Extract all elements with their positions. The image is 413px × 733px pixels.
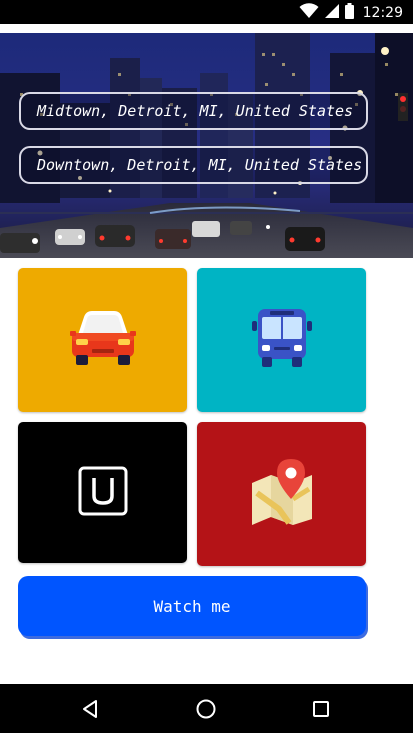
- signal-icon: [324, 3, 340, 23]
- bus-option-button[interactable]: [197, 268, 366, 412]
- app-screen: 12:29 Midtown, Detroit, MI, United State…: [0, 0, 413, 733]
- uber-icon: [78, 466, 128, 520]
- uber-option-button[interactable]: [18, 422, 187, 563]
- origin-input[interactable]: Midtown, Detroit, MI, United States: [19, 92, 368, 130]
- map-option-button[interactable]: [197, 422, 366, 566]
- recents-icon[interactable]: [308, 696, 334, 722]
- back-icon[interactable]: [78, 696, 104, 722]
- navigation-bar: [0, 684, 413, 733]
- home-icon[interactable]: [193, 696, 219, 722]
- status-time: 12:29: [362, 5, 403, 21]
- car-icon: [69, 309, 136, 371]
- destination-input[interactable]: Downtown, Detroit, MI, United States: [19, 146, 368, 184]
- battery-icon: [344, 3, 354, 23]
- city-header-image: Midtown, Detroit, MI, United States Down…: [0, 33, 413, 258]
- status-bar: 12:29: [0, 0, 413, 24]
- bus-icon: [250, 307, 314, 373]
- divider: [0, 24, 413, 33]
- status-icons: 12:29: [299, 3, 403, 23]
- map-icon: [249, 459, 315, 529]
- car-option-button[interactable]: [18, 268, 187, 412]
- watch-me-button[interactable]: Watch me: [18, 576, 366, 636]
- wifi-icon: [299, 3, 319, 23]
